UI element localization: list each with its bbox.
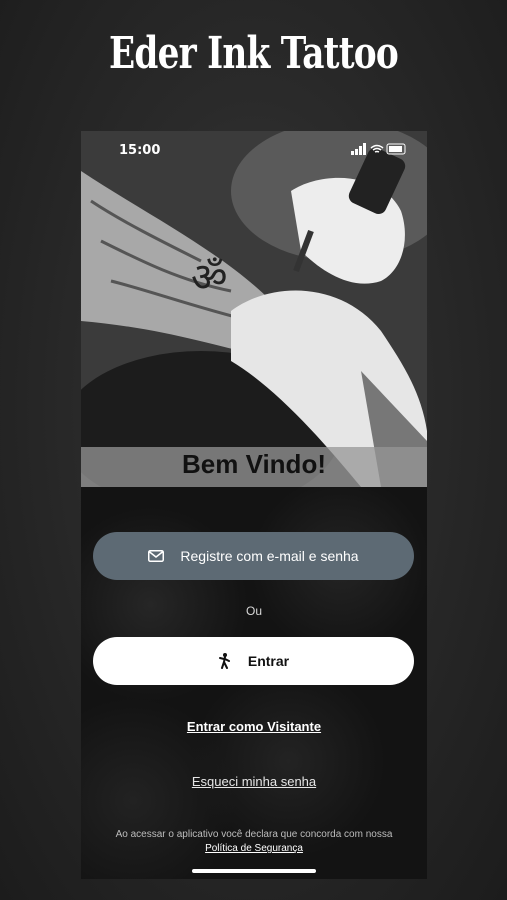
hero-image: ॐ 15:00 Bem Vindo!: [81, 131, 427, 487]
home-indicator[interactable]: [192, 869, 316, 873]
phone-screen: ॐ 15:00 Bem Vindo! Registre com e-mail e…: [81, 131, 427, 879]
forgot-password-link[interactable]: Esqueci minha senha: [81, 774, 427, 789]
tattoo-photo: ॐ: [81, 131, 427, 487]
svg-text:ॐ: ॐ: [191, 255, 227, 301]
promo-title: Eder Ink Tattoo: [108, 28, 399, 79]
enter-label: Entrar: [247, 653, 290, 669]
terms-text: Ao acessar o aplicativo você declara que…: [115, 829, 393, 840]
status-bar: 15:00: [81, 141, 427, 161]
status-time: 15:00: [119, 143, 161, 158]
privacy-policy-link[interactable]: Política de Segurança: [81, 842, 427, 856]
register-email-button[interactable]: Registre com e-mail e senha: [93, 532, 414, 580]
person-walking-icon: [218, 653, 232, 669]
or-divider: Ou: [245, 604, 262, 618]
enter-button[interactable]: Entrar: [93, 637, 414, 685]
register-email-label: Registre com e-mail e senha: [180, 548, 359, 564]
terms-notice: Ao acessar o aplicativo você declara que…: [81, 828, 427, 856]
mail-icon: [148, 550, 165, 562]
signal-wifi-battery-icon: [351, 143, 406, 155]
status-icons: [351, 143, 407, 158]
welcome-title: Bem Vindo!: [182, 449, 326, 479]
visitor-login-link[interactable]: Entrar como Visitante: [81, 719, 427, 734]
auth-panel: Registre com e-mail e senha Ou Entrar En…: [81, 487, 427, 879]
